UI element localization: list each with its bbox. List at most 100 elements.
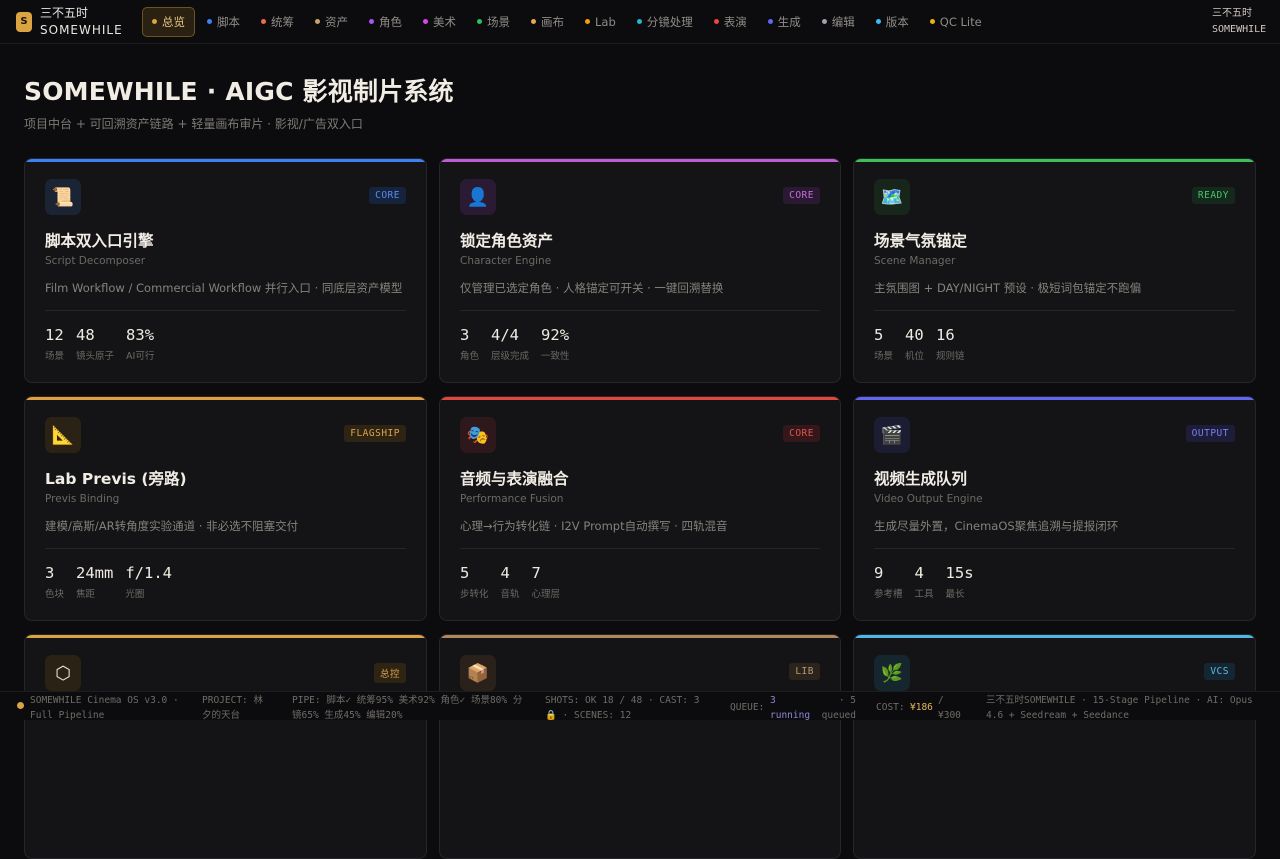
- card-badge: LIB: [789, 663, 820, 680]
- stat-label: 步转化: [460, 589, 489, 600]
- card-title: 场景气氛锚定: [874, 232, 968, 250]
- card-subtitle: Scene Manager: [874, 255, 956, 267]
- nav-tab-3[interactable]: 资产: [306, 7, 357, 37]
- stat-value: 40: [905, 326, 924, 344]
- card-description: Film Workflow / Commercial Workflow 并行入口…: [45, 281, 403, 295]
- nav-tab-5[interactable]: 美术: [414, 7, 465, 37]
- card-divider: [874, 310, 1235, 311]
- nav-dot-icon: [207, 19, 212, 24]
- card-title: Lab Previs (旁路): [45, 470, 187, 488]
- nav-tab-12[interactable]: 编辑: [813, 7, 864, 37]
- module-card[interactable]: 🗺️ READY 场景气氛锚定 Scene Manager 主氛围图 + DAY/NIG…: [853, 158, 1256, 383]
- stat-label: 色块: [45, 589, 65, 600]
- nav-dot-icon: [261, 19, 266, 24]
- top-nav-bar: S 三不五时 SOMEWHILE 总览 脚本 统筹 资产 角色 美术 场景 画布 Lab 分镜处理…: [0, 0, 1280, 44]
- card-description: 心理→行为转化链 · I2V Prompt自动撰写 · 四轨混音: [460, 519, 728, 533]
- card-divider: [45, 548, 406, 549]
- stat-value: 16: [936, 326, 955, 344]
- package-icon: 📦: [460, 655, 496, 691]
- stat-item: 9 参考槽: [874, 563, 903, 600]
- stat-label: 镜头原子: [76, 351, 115, 362]
- nav-dot-icon: [477, 19, 482, 24]
- card-badge: 总控: [373, 663, 406, 683]
- nav-dot-icon: [713, 19, 719, 24]
- module-card[interactable]: 👤 CORE 锁定角色资产 Character Engine 仅管理已选定角色 · 人格…: [439, 158, 841, 383]
- brand-name-cn: 三不五时: [40, 5, 89, 20]
- stat-value: 15s: [945, 564, 974, 582]
- card-badge: CORE: [783, 425, 820, 442]
- nav-tab-7[interactable]: 画布: [522, 7, 573, 37]
- stat-item: 4 工具: [915, 563, 934, 600]
- nav-tab-label: 统筹: [271, 14, 294, 29]
- status-cost-label: COST:: [876, 702, 905, 713]
- stat-label: 场景: [874, 351, 894, 362]
- nav-tab-2[interactable]: 统筹: [252, 7, 303, 37]
- status-cost-value: ¥186: [910, 702, 933, 713]
- nav-tab-label: 总览: [162, 14, 185, 29]
- card-divider: [460, 548, 820, 549]
- nav-tab-11[interactable]: 生成: [759, 7, 810, 37]
- stat-item: 83% AI可行: [126, 325, 154, 362]
- card-badge: VCS: [1204, 663, 1235, 680]
- module-card[interactable]: 📐 FLAGSHIP Lab Previs (旁路) Previs Binding 建模…: [24, 396, 427, 621]
- stat-label: 工具: [914, 589, 934, 600]
- card-description: 主氛围图 + DAY/NIGHT 预设 · 极短词包锚定不跑偏: [874, 281, 1142, 295]
- stat-value: 3: [460, 326, 470, 344]
- nav-tab-label: 分镜处理: [646, 14, 693, 29]
- nav-tab-label: 编辑: [831, 14, 855, 29]
- nav-dot-icon: [585, 19, 590, 24]
- top-right-cn: 三不五时: [1212, 8, 1252, 19]
- nav-tab-9[interactable]: 分镜处理: [628, 7, 702, 37]
- nav-tab-label: 美术: [433, 14, 456, 29]
- module-card[interactable]: 🌿 VCS: [853, 634, 1256, 859]
- nav-tab-6[interactable]: 场景: [468, 7, 519, 37]
- nav-dot-icon: [929, 19, 935, 24]
- card-title: 音频与表演融合: [460, 470, 569, 488]
- card-badge: OUTPUT: [1185, 425, 1235, 442]
- stat-item: 16 规则链: [936, 325, 965, 362]
- theater-masks-icon: 🎭: [460, 417, 496, 453]
- card-title: 脚本双入口引擎: [45, 232, 154, 250]
- stat-item: 12 场景: [45, 325, 64, 362]
- nav-tab-4[interactable]: 角色: [360, 7, 411, 37]
- stat-label: 最长: [945, 589, 965, 600]
- brand-logo: S: [16, 11, 32, 32]
- status-bar: SOMEWHILE Cinema OS v3.0 · Full Pipeline…: [0, 691, 1280, 721]
- module-card[interactable]: 🎬 OUTPUT 视频生成队列 Video Output Engine 生成尽量外置，C…: [853, 396, 1256, 621]
- stat-item: 3 角色: [460, 325, 479, 362]
- nav-tab-14[interactable]: QC Lite: [921, 7, 991, 37]
- stat-item: 92% 一致性: [541, 325, 570, 362]
- stat-label: 参考槽: [874, 589, 903, 600]
- nav-tab-1[interactable]: 脚本: [198, 7, 249, 37]
- status-project: PROJECT: 林夕的天台: [202, 695, 263, 721]
- brand[interactable]: S 三不五时 SOMEWHILE: [0, 5, 148, 39]
- nav-tab-label: 场景: [487, 14, 510, 29]
- module-card[interactable]: ⬡ 总控: [24, 634, 427, 859]
- stat-value: 4: [914, 564, 924, 582]
- nav-tab-10[interactable]: 表演: [705, 7, 756, 37]
- module-card[interactable]: 📜 CORE 脚本双入口引擎 Script Decomposer Film Workfl…: [24, 158, 427, 383]
- card-subtitle: Previs Binding: [45, 493, 120, 505]
- card-divider: [874, 548, 1235, 549]
- stat-item: 4 音轨: [501, 563, 520, 600]
- stat-value: 12: [45, 326, 64, 344]
- map-icon: 🗺️: [874, 179, 910, 215]
- module-card[interactable]: 📦 LIB: [439, 634, 841, 859]
- status-queue-label: QUEUE:: [730, 702, 765, 713]
- stat-label: AI可行: [126, 351, 155, 362]
- nav-tab-8[interactable]: Lab: [576, 7, 625, 37]
- card-title: 视频生成队列: [874, 470, 968, 488]
- nav-tab-13[interactable]: 版本: [867, 7, 918, 37]
- stat-value: 48: [76, 326, 95, 344]
- module-card[interactable]: 🎭 CORE 音频与表演融合 Performance Fusion 心理→行为转化链 ·…: [439, 396, 841, 621]
- nav-dot-icon: [531, 19, 536, 24]
- stat-label: 规则链: [936, 351, 965, 362]
- card-divider: [460, 310, 820, 311]
- card-description: 建模/高斯/AR转角度实验通道 · 非必选不阻塞交付: [45, 519, 299, 533]
- nav-dot-icon: [423, 19, 428, 24]
- nav-tab-0[interactable]: 总览: [142, 6, 195, 37]
- nav-tabs: 总览 脚本 统筹 资产 角色 美术 场景 画布 Lab 分镜处理 表演 生成 编辑 版本 QC Lite: [142, 6, 991, 37]
- nav-dot-icon: [369, 19, 374, 24]
- stat-value: 5: [874, 326, 884, 344]
- triangle-ruler-icon: 📐: [45, 417, 81, 453]
